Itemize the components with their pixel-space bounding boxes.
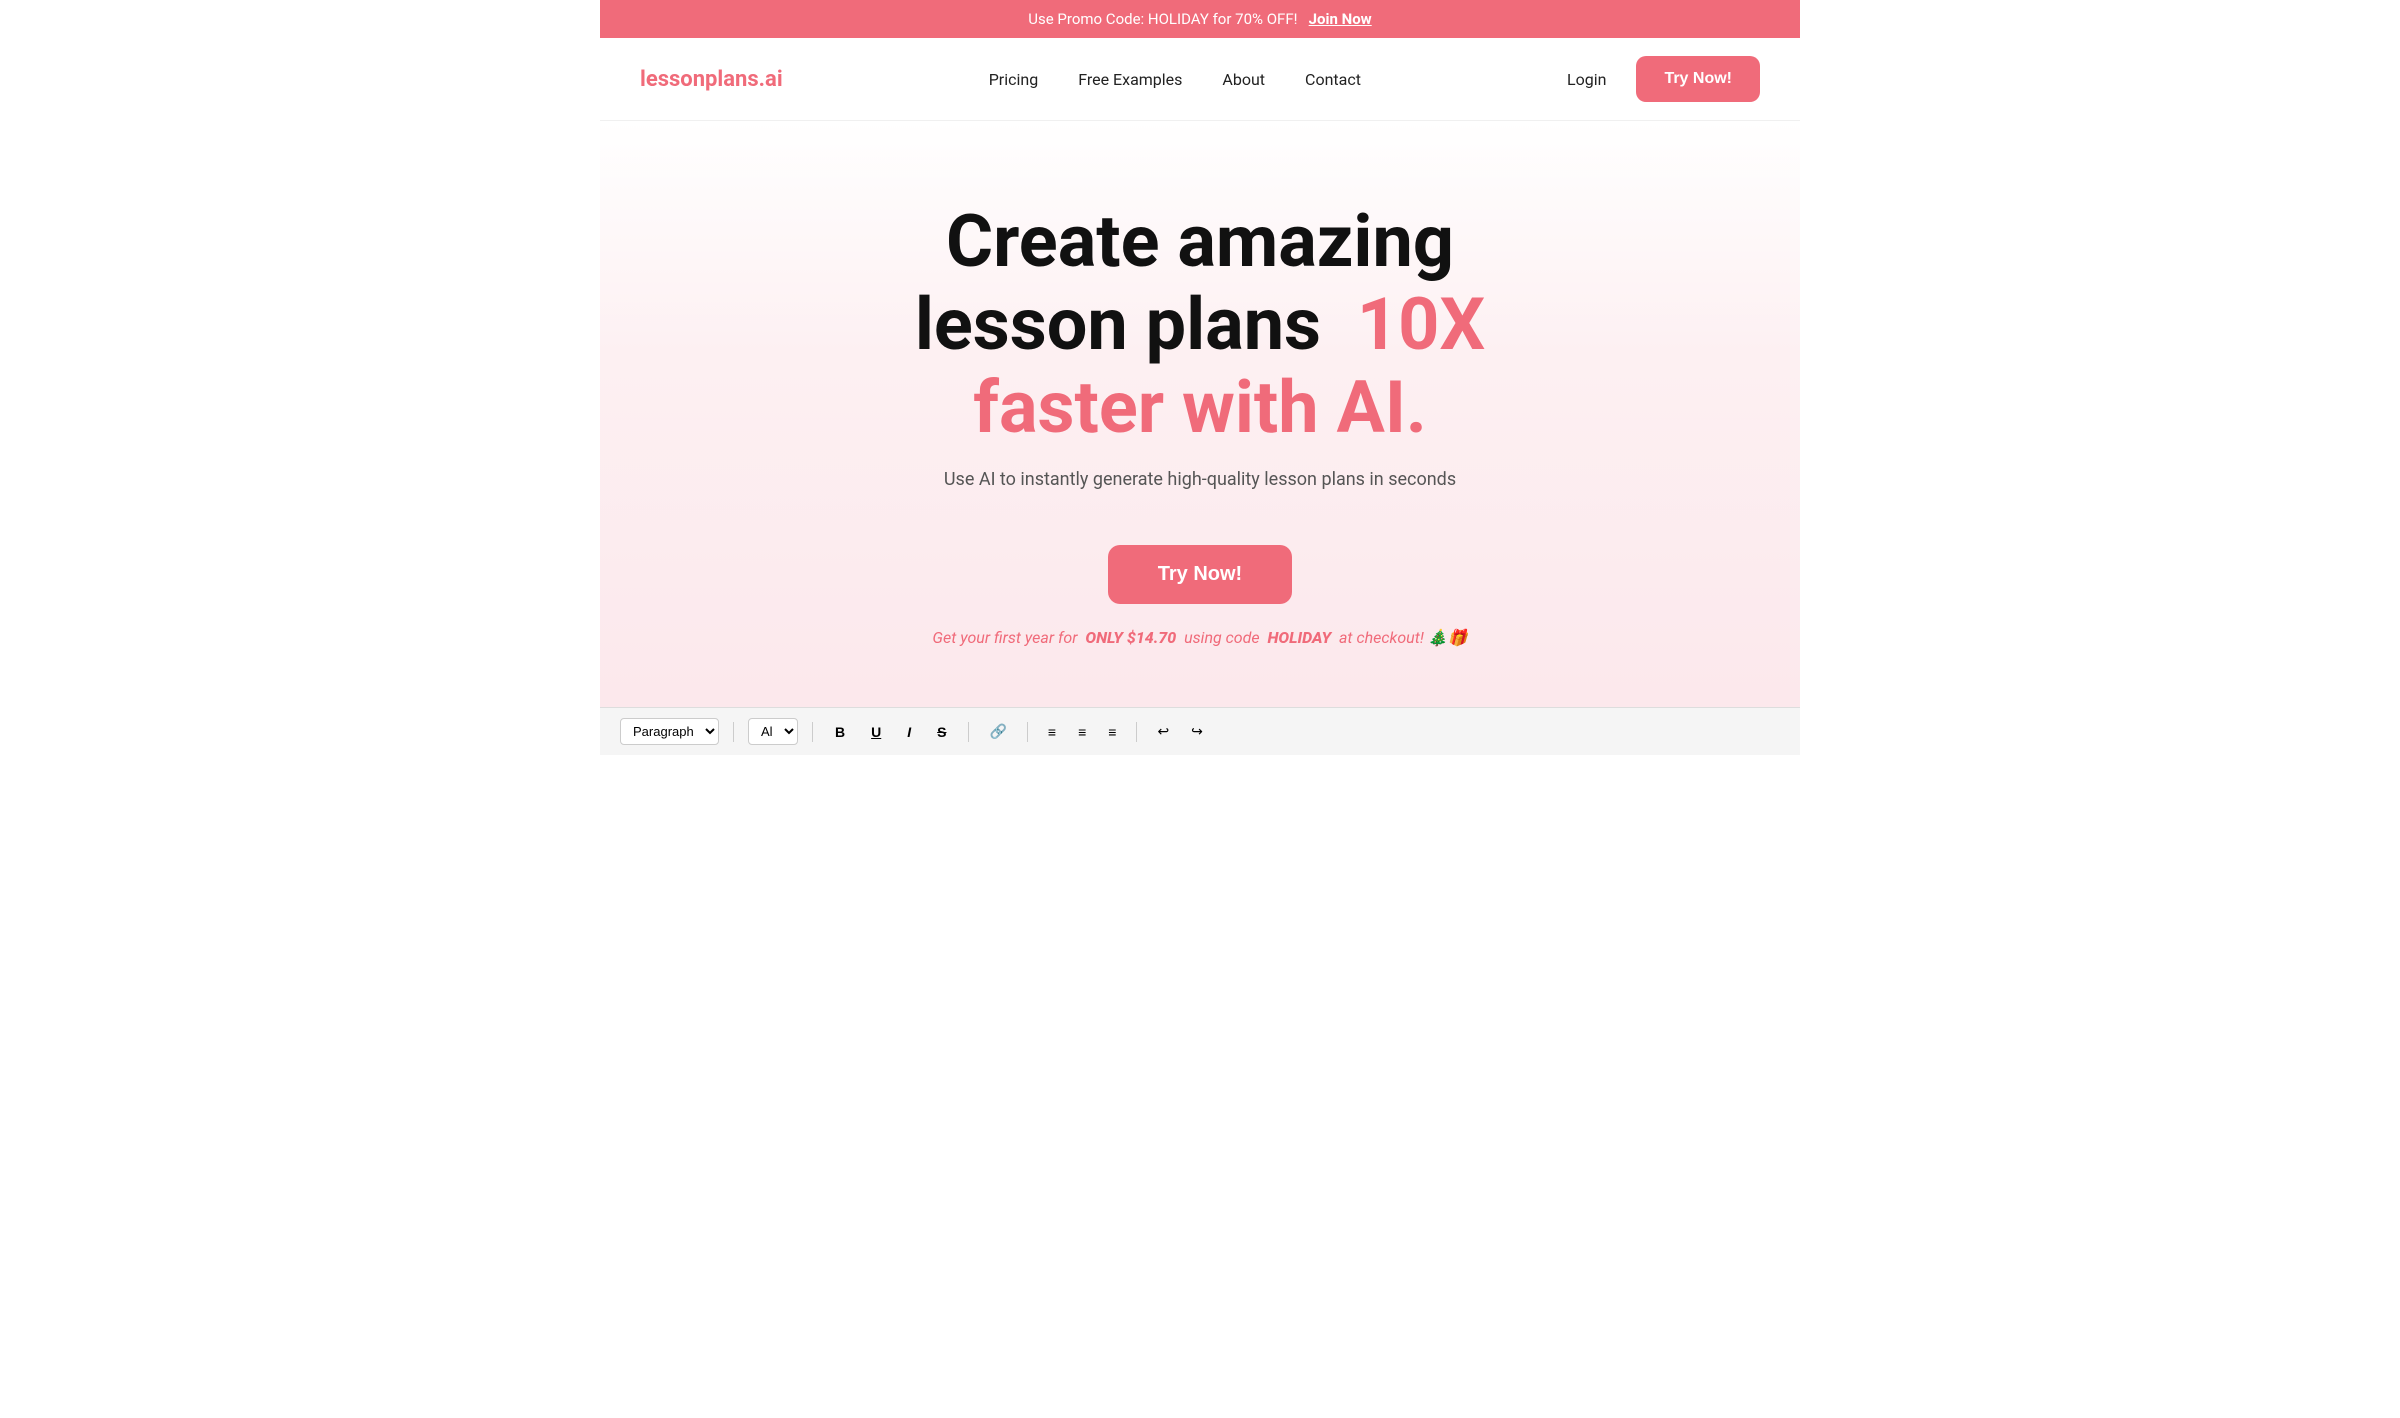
nav-item-pricing: Pricing: [989, 70, 1039, 89]
italic-button[interactable]: I: [899, 720, 919, 744]
hero-title-highlight: 10X: [1357, 282, 1485, 367]
strikethrough-button[interactable]: S: [929, 720, 954, 744]
main-nav: Pricing Free Examples About Contact: [989, 70, 1361, 89]
promo-suffix: at checkout! 🎄🎁: [1339, 628, 1468, 647]
nav-link-pricing[interactable]: Pricing: [989, 70, 1039, 89]
hero-title: Create amazing lesson plans 10X faster w…: [640, 201, 1760, 449]
list-unordered-button[interactable]: ≡: [1042, 720, 1062, 744]
nav-link-contact[interactable]: Contact: [1305, 70, 1361, 89]
underline-button[interactable]: U: [863, 720, 889, 744]
bold-button[interactable]: B: [827, 720, 853, 744]
link-button[interactable]: 🔗: [983, 719, 1012, 744]
nav-item-contact: Contact: [1305, 70, 1361, 89]
toolbar-divider-1: [733, 722, 734, 742]
logo[interactable]: lessonplans.ai: [640, 67, 783, 92]
hero-section: Create amazing lesson plans 10X faster w…: [600, 121, 1800, 707]
nav-item-about: About: [1222, 70, 1265, 89]
bottom-toolbar: Paragraph Al B U I S 🔗 ≡ ≡ ≡ ↩ ↪: [600, 707, 1800, 755]
hero-cta-button[interactable]: Try Now!: [1108, 545, 1292, 604]
hero-cta-container: Try Now!: [640, 526, 1760, 628]
login-link[interactable]: Login: [1567, 70, 1606, 89]
promo-text: Use Promo Code: HOLIDAY for 70% OFF!: [1028, 10, 1297, 28]
hero-promo-text: Get your first year for ONLY $14.70 usin…: [640, 628, 1760, 647]
toolbar-divider-3: [968, 722, 969, 742]
paragraph-select[interactable]: Paragraph: [620, 718, 719, 745]
header: lessonplans.ai Pricing Free Examples Abo…: [600, 38, 1800, 121]
promo-middle: using code: [1184, 628, 1260, 647]
toolbar-divider-4: [1027, 722, 1028, 742]
toolbar-divider-2: [812, 722, 813, 742]
hero-title-line2: lesson plans: [915, 282, 1321, 367]
redo-button[interactable]: ↪: [1185, 719, 1209, 744]
nav-link-about[interactable]: About: [1222, 70, 1265, 89]
try-now-button-header[interactable]: Try Now!: [1636, 56, 1760, 102]
indent-button[interactable]: ≡: [1102, 720, 1122, 744]
toolbar-paragraph-group: Paragraph: [620, 718, 719, 745]
nav-link-free-examples[interactable]: Free Examples: [1078, 70, 1182, 89]
promo-code: HOLIDAY: [1267, 628, 1331, 647]
logo-text: lessonplans: [640, 67, 759, 92]
toolbar-divider-5: [1136, 722, 1137, 742]
promo-amount: ONLY $14.70: [1085, 628, 1176, 647]
logo-suffix: .ai: [759, 67, 783, 92]
list-ordered-button[interactable]: ≡: [1072, 720, 1092, 744]
promo-banner: Use Promo Code: HOLIDAY for 70% OFF! Joi…: [600, 0, 1800, 38]
nav-links: Pricing Free Examples About Contact: [989, 70, 1361, 89]
toolbar-font-group: Al: [748, 718, 798, 745]
nav-right: Login Try Now!: [1567, 56, 1760, 102]
hero-subtitle: Use AI to instantly generate high-qualit…: [640, 469, 1760, 490]
font-select[interactable]: Al: [748, 718, 798, 745]
hero-title-line3: faster with AI.: [973, 365, 1427, 450]
promo-prefix: Get your first year for: [932, 628, 1077, 647]
nav-item-free-examples: Free Examples: [1078, 70, 1182, 89]
hero-title-line1: Create amazing: [946, 199, 1454, 284]
undo-button[interactable]: ↩: [1151, 719, 1175, 744]
promo-join-link[interactable]: Join Now: [1309, 10, 1372, 28]
